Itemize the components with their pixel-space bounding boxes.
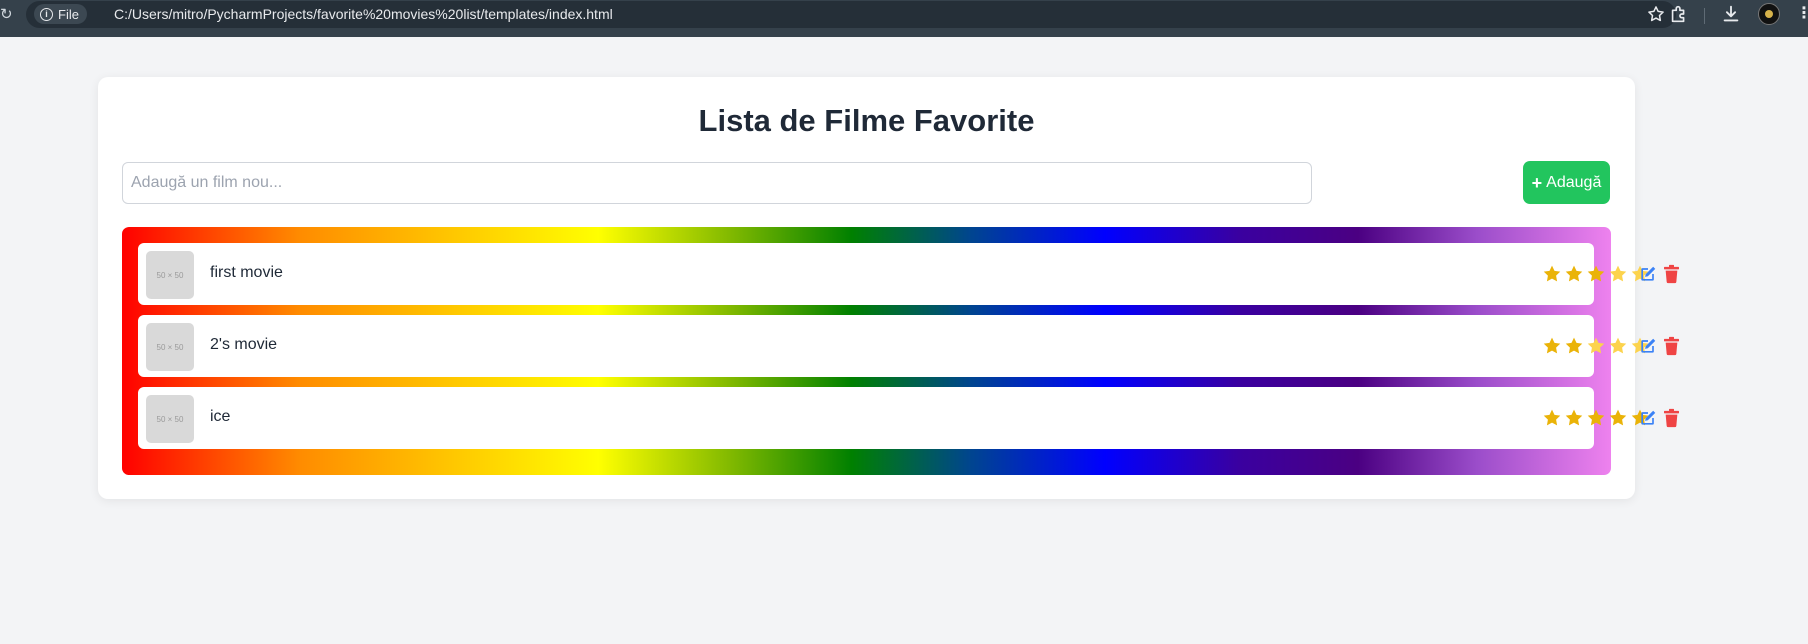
thumbnail-placeholder-text: 50 × 50 <box>156 270 184 280</box>
movie-thumbnail: 50 × 50 <box>146 323 194 371</box>
delete-icon[interactable] <box>1663 408 1680 428</box>
new-movie-input[interactable] <box>122 162 1312 204</box>
bookmark-star-icon[interactable] <box>1646 4 1666 24</box>
site-info-chip[interactable]: i File <box>34 4 87 24</box>
movie-list-card: Lista de Filme Favorite + Adaugă 50 × 50… <box>98 77 1679 499</box>
add-movie-button-label: Adaugă <box>1546 173 1602 191</box>
rating-stars[interactable] <box>1542 408 1650 428</box>
star-filled-icon[interactable] <box>1564 336 1584 356</box>
star-filled-icon[interactable] <box>1608 408 1628 428</box>
star-filled-icon[interactable] <box>1564 408 1584 428</box>
star-empty-icon[interactable] <box>1586 336 1606 356</box>
rating-stars[interactable] <box>1542 336 1650 356</box>
movie-thumbnail: 50 × 50 <box>146 251 194 299</box>
movie-item: 50 × 50 ice <box>138 387 1679 449</box>
star-filled-icon[interactable] <box>1586 264 1606 284</box>
movie-title: ice <box>210 408 231 425</box>
movie-title: first movie <box>210 264 283 281</box>
star-filled-icon[interactable] <box>1542 264 1562 284</box>
star-filled-icon[interactable] <box>1542 408 1562 428</box>
thumbnail-placeholder-text: 50 × 50 <box>156 342 184 352</box>
browser-menu-icon[interactable]: ⋮ <box>1796 6 1808 22</box>
movie-title: 2's movie <box>210 336 278 353</box>
edit-icon[interactable] <box>1638 408 1658 428</box>
browser-toolbar: ↻ i File C:/Users/mitro/PycharmProjects/… <box>0 0 1808 37</box>
reload-icon[interactable]: ↻ <box>0 5 13 25</box>
info-icon: i <box>40 7 53 21</box>
download-icon[interactable] <box>1720 3 1742 25</box>
address-bar[interactable]: i File C:/Users/mitro/PycharmProjects/fa… <box>26 1 1676 28</box>
site-info-label: File <box>58 6 79 22</box>
plus-icon: + <box>1531 172 1543 193</box>
url-text[interactable]: C:/Users/mitro/PycharmProjects/favorite%… <box>114 6 613 22</box>
edit-icon[interactable] <box>1638 336 1658 356</box>
add-movie-button[interactable]: + Adaugă <box>1523 161 1610 204</box>
thumbnail-placeholder-text: 50 × 50 <box>156 414 184 424</box>
edit-icon[interactable] <box>1638 264 1658 284</box>
star-empty-icon[interactable] <box>1608 264 1628 284</box>
movie-item: 50 × 50 2's movie <box>138 315 1679 377</box>
rating-stars[interactable] <box>1542 264 1650 284</box>
profile-avatar[interactable] <box>1758 3 1780 25</box>
delete-icon[interactable] <box>1663 264 1680 284</box>
delete-icon[interactable] <box>1663 336 1680 356</box>
movie-thumbnail: 50 × 50 <box>146 395 194 443</box>
extensions-icon[interactable] <box>1668 3 1690 25</box>
star-filled-icon[interactable] <box>1564 264 1584 284</box>
star-filled-icon[interactable] <box>1542 336 1562 356</box>
page-title: Lista de Filme Favorite <box>698 103 1035 138</box>
movie-list: 50 × 50 first movie 50 × 50 2's movie 50… <box>122 227 1679 475</box>
star-filled-icon[interactable] <box>1586 408 1606 428</box>
toolbar-separator <box>1704 8 1705 24</box>
movie-item: 50 × 50 first movie <box>138 243 1679 305</box>
star-empty-icon[interactable] <box>1608 336 1628 356</box>
